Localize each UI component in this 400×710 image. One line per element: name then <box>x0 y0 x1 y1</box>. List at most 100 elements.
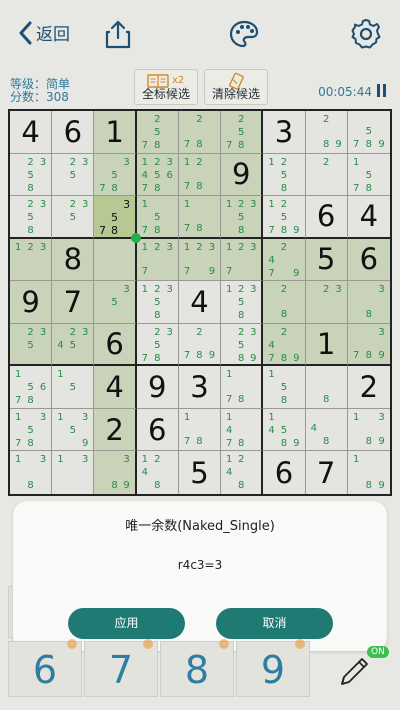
sudoku-cell-r6c3[interactable]: 6 <box>94 323 137 367</box>
sudoku-cell-r9c1[interactable]: 1 3 8 <box>10 451 53 494</box>
sudoku-cell-r8c3[interactable]: 2 <box>94 408 137 452</box>
sudoku-cell-r3c9[interactable]: 4 <box>347 196 390 239</box>
sudoku-cell-r1c2[interactable]: 6 <box>52 111 95 154</box>
sudoku-cell-r3c2[interactable]: 235 <box>52 196 95 239</box>
back-button[interactable]: 返回 <box>18 20 70 45</box>
sudoku-cell-r6c2[interactable]: 23 45 <box>52 323 95 367</box>
sudoku-cell-r3c5[interactable]: 1 78 <box>178 196 222 239</box>
sudoku-cell-r8c9[interactable]: 1 3 89 <box>347 408 390 452</box>
sudoku-cell-r4c2[interactable]: 8 <box>52 238 95 282</box>
number-button-6[interactable]: 6 <box>8 639 82 697</box>
sudoku-cell-r3c3[interactable]: 3578 <box>94 196 137 239</box>
sudoku-cell-r1c3[interactable]: 1 <box>94 111 137 154</box>
sudoku-cell-r2c9[interactable]: 1578 <box>347 153 390 197</box>
sudoku-cell-r4c9[interactable]: 6 <box>347 238 390 282</box>
sudoku-cell-r8c8[interactable]: 48 <box>305 408 348 452</box>
sudoku-cell-r8c7[interactable]: 14589 <box>263 408 306 452</box>
share-icon[interactable] <box>102 18 134 50</box>
sudoku-cell-r9c8[interactable]: 7 <box>305 451 348 494</box>
sudoku-cell-r2c7[interactable]: 1258 <box>263 153 306 197</box>
candidate-digit <box>290 169 302 182</box>
number-button-7[interactable]: 7 <box>84 639 158 697</box>
sudoku-cell-r8c4[interactable]: 6 <box>136 408 179 452</box>
sudoku-cell-r4c6[interactable]: 123 7 <box>221 238 264 282</box>
number-button-9[interactable]: 9 <box>236 639 310 697</box>
gear-icon[interactable] <box>350 18 382 50</box>
cell-value: 9 <box>148 370 167 405</box>
sudoku-cell-r8c2[interactable]: 1 359 <box>52 408 95 452</box>
palette-icon[interactable] <box>228 18 260 50</box>
sudoku-cell-r5c9[interactable]: 38 <box>347 281 390 324</box>
sudoku-cell-r8c6[interactable]: 1478 <box>221 408 264 452</box>
sudoku-cell-r6c4[interactable]: 23578 <box>136 323 179 367</box>
pause-icon[interactable] <box>377 84 386 97</box>
sudoku-cell-r2c5[interactable]: 12 78 <box>178 153 222 197</box>
sudoku-cell-r1c6[interactable]: 2 578 <box>221 111 264 154</box>
sudoku-cell-r5c7[interactable]: 28 <box>263 281 306 324</box>
sudoku-cell-r9c4[interactable]: 1248 <box>136 451 179 494</box>
clear-candidates-button[interactable]: 清除候选 <box>204 69 268 105</box>
sudoku-cell-r9c5[interactable]: 5 <box>178 451 222 494</box>
sudoku-cell-r1c5[interactable]: 2 78 <box>178 111 222 154</box>
sudoku-cell-r9c2[interactable]: 13 <box>52 451 95 494</box>
sudoku-cell-r7c7[interactable]: 158 <box>263 366 306 409</box>
sudoku-cell-r3c4[interactable]: 1578 <box>136 196 179 239</box>
sudoku-cell-r6c9[interactable]: 3 789 <box>347 323 390 367</box>
sudoku-cell-r4c3[interactable] <box>94 238 137 282</box>
sudoku-cell-r2c6[interactable]: 9 <box>221 153 264 197</box>
apply-button[interactable]: 应用 <box>68 608 185 639</box>
sudoku-cell-r6c1[interactable]: 235 <box>10 323 53 367</box>
sudoku-cell-r7c9[interactable]: 2 <box>347 366 390 409</box>
sudoku-cell-r5c3[interactable]: 35 <box>94 281 137 324</box>
cancel-button[interactable]: 取消 <box>216 608 333 639</box>
sudoku-cell-r4c4[interactable]: 123 7 <box>136 238 179 282</box>
sudoku-cell-r3c6[interactable]: 12358 <box>221 196 264 239</box>
sudoku-cell-r3c8[interactable]: 6 <box>305 196 348 239</box>
sudoku-cell-r1c9[interactable]: 5789 <box>347 111 390 154</box>
candidate-digit <box>163 339 175 352</box>
sudoku-cell-r3c7[interactable]: 125789 <box>263 196 306 239</box>
sudoku-cell-r5c2[interactable]: 7 <box>52 281 95 324</box>
sudoku-cell-r5c6[interactable]: 12358 <box>221 281 264 324</box>
sudoku-cell-r7c1[interactable]: 156 78 <box>10 366 53 409</box>
sudoku-cell-r7c4[interactable]: 9 <box>136 366 179 409</box>
sudoku-cell-r4c7[interactable]: 247 9 <box>263 238 306 282</box>
sudoku-cell-r2c3[interactable]: 3578 <box>94 153 137 197</box>
sudoku-cell-r4c5[interactable]: 123 7 9 <box>178 238 222 282</box>
mark-all-candidates-button[interactable]: x2 全标候选 <box>134 69 198 105</box>
sudoku-cell-r4c1[interactable]: 123 <box>10 238 53 282</box>
sudoku-cell-r7c8[interactable]: 8 <box>305 366 348 409</box>
sudoku-cell-r2c4[interactable]: 123 456 78 <box>136 153 179 197</box>
number-button-8[interactable]: 8 <box>160 639 234 697</box>
sudoku-cell-r8c1[interactable]: 1 3578 <box>10 408 53 452</box>
sudoku-cell-r5c1[interactable]: 9 <box>10 281 53 324</box>
sudoku-cell-r2c1[interactable]: 2358 <box>10 153 53 197</box>
sudoku-cell-r1c4[interactable]: 2 578 <box>136 111 179 154</box>
candidate-digit <box>67 437 79 450</box>
sudoku-cell-r5c5[interactable]: 4 <box>178 281 222 324</box>
sudoku-cell-r8c5[interactable]: 1 78 <box>178 408 222 452</box>
sudoku-cell-r4c8[interactable]: 5 <box>305 238 348 282</box>
candidate-digit: 1 <box>268 199 275 211</box>
sudoku-cell-r7c3[interactable]: 4 <box>94 366 137 409</box>
pencil-icon[interactable] <box>334 652 374 692</box>
sudoku-cell-r9c9[interactable]: 1 89 <box>347 451 390 494</box>
sudoku-cell-r2c2[interactable]: 235 <box>52 153 95 197</box>
sudoku-cell-r1c8[interactable]: 2 89 <box>305 111 348 154</box>
sudoku-cell-r9c3[interactable]: 3 89 <box>94 451 137 494</box>
sudoku-cell-r3c1[interactable]: 2358 <box>10 196 53 239</box>
sudoku-cell-r5c8[interactable]: 23 <box>305 281 348 324</box>
sudoku-cell-r6c7[interactable]: 24789 <box>263 323 306 367</box>
sudoku-cell-r1c1[interactable]: 4 <box>10 111 53 154</box>
sudoku-cell-r7c2[interactable]: 15 <box>52 366 95 409</box>
sudoku-cell-r9c7[interactable]: 6 <box>263 451 306 494</box>
sudoku-cell-r1c7[interactable]: 3 <box>263 111 306 154</box>
sudoku-cell-r7c5[interactable]: 3 <box>178 366 222 409</box>
sudoku-cell-r2c8[interactable]: 2 <box>305 153 348 197</box>
sudoku-cell-r6c6[interactable]: 23589 <box>221 323 264 367</box>
sudoku-cell-r6c8[interactable]: 1 <box>305 323 348 367</box>
sudoku-cell-r5c4[interactable]: 12358 <box>136 281 179 324</box>
sudoku-cell-r9c6[interactable]: 1248 <box>221 451 264 494</box>
sudoku-cell-r6c5[interactable]: 2789 <box>178 323 222 367</box>
sudoku-cell-r7c6[interactable]: 1 78 <box>221 366 264 409</box>
